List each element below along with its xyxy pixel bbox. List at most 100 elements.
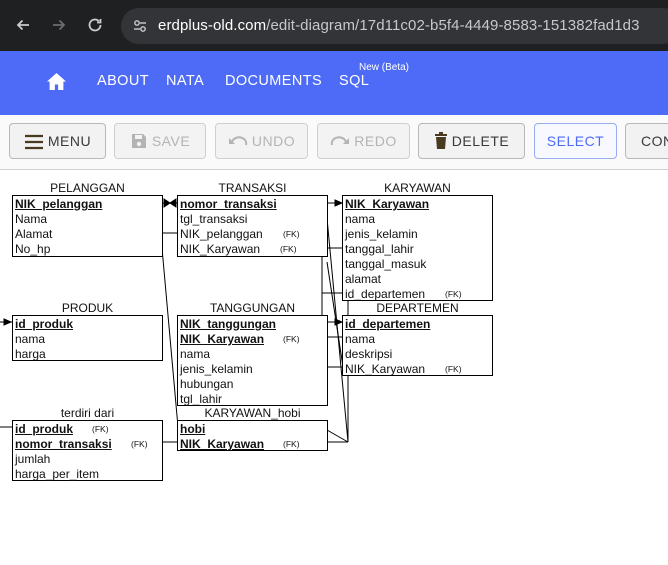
fk-label: (FK) <box>280 244 297 254</box>
app-navbar: ABOUT NATA DOCUMENTS SQL New (Beta) <box>0 51 668 115</box>
nav-nata[interactable]: NATA <box>166 73 204 89</box>
attr-pk: nomor_transaksi <box>180 197 277 211</box>
attr-pk: NIK_Karyawan <box>345 197 430 211</box>
attr: nama <box>15 332 46 346</box>
fk-label: (FK) <box>283 229 300 239</box>
sql-beta-badge: New (Beta) <box>359 62 410 73</box>
nav-documents[interactable]: DOCUMENTS <box>225 73 322 89</box>
save-button[interactable]: SAVE <box>114 123 206 159</box>
attr-pk: NIK_Karyawan <box>180 332 265 346</box>
redo-label: REDO <box>354 133 397 149</box>
select-label: SELECT <box>546 133 605 149</box>
attr: No_hp <box>15 242 51 256</box>
trash-icon <box>434 132 447 149</box>
entity-title-pelanggan: PELANGGAN <box>50 181 125 195</box>
attr: deskripsi <box>345 347 393 361</box>
nav-about[interactable]: ABOUT <box>97 73 149 89</box>
entity-karyawan[interactable]: NIK_Karyawan nama jenis_kelamin tanggal_… <box>342 195 493 301</box>
diagram-canvas[interactable]: PELANGGAN NIK_pelanggan Nama Alamat No_h… <box>0 170 668 565</box>
delete-button[interactable]: DELETE <box>418 123 525 159</box>
entity-karyawan-hobi[interactable]: hobi NIK_Karyawan (FK) <box>177 420 328 451</box>
attr-pk: NIK_Karyawan <box>180 437 265 451</box>
select-button[interactable]: SELECT <box>534 123 617 159</box>
entity-transaksi[interactable]: nomor_transaksi tgl_transaksi NIK_pelang… <box>177 195 328 257</box>
connector-diagonal-3 <box>161 247 179 428</box>
fk-label: (FK) <box>445 364 462 374</box>
attr: alamat <box>345 272 382 286</box>
site-settings-icon[interactable] <box>132 18 148 39</box>
connect-label: CON <box>641 133 668 149</box>
entity-title-transaksi: TRANSAKSI <box>218 181 287 195</box>
entity-title-karyawan-hobi: KARYAWAN_hobi <box>204 406 301 420</box>
attr: NIK_pelanggan <box>180 227 263 241</box>
editor-toolbar: MENU SAVE UNDO REDO DELETE SELECT CON <box>0 115 668 170</box>
undo-button[interactable]: UNDO <box>215 123 308 159</box>
attr: tgl_transaksi <box>180 212 248 226</box>
attr: hubungan <box>180 377 234 391</box>
entity-tanggungan[interactable]: NIK_tanggungan NIK_Karyawan (FK) nama je… <box>177 315 328 406</box>
connector-hobi <box>326 429 349 443</box>
attr: nama <box>345 212 376 226</box>
entity-terdiri-dari[interactable]: id_produk (FK) nomor_transaksi (FK) juml… <box>12 420 163 481</box>
entity-title-departemen: DEPARTEMEN <box>376 301 459 315</box>
attr: jumlah <box>15 452 51 466</box>
nav-sql[interactable]: SQL <box>339 73 369 89</box>
entity-produk[interactable]: id_produk nama harga <box>12 315 163 361</box>
url-path: /edit-diagram/17d11c02-b5f4-4449-8583-15… <box>266 17 640 34</box>
attr: tanggal_lahir <box>345 242 414 256</box>
entity-departemen[interactable]: id_departemen nama deskripsi NIK_Karyawa… <box>342 315 493 376</box>
attr: nama <box>345 332 376 346</box>
undo-icon <box>228 136 248 146</box>
attr: jenis_kelamin <box>180 362 253 376</box>
forward-arrow-icon[interactable] <box>48 14 70 36</box>
home-icon[interactable] <box>46 72 67 96</box>
entity-title-terdiri-dari: terdiri dari <box>60 406 115 420</box>
attr-pk: id_departemen <box>345 317 431 331</box>
attr: nama <box>180 347 211 361</box>
entity-title-karyawan: KARYAWAN <box>384 181 451 195</box>
attr-pk: NIK_pelanggan <box>15 197 103 211</box>
attr-pk: nomor_transaksi <box>15 437 112 451</box>
redo-icon <box>331 136 350 146</box>
attr-pk: hobi <box>180 422 206 436</box>
save-icon <box>131 134 146 148</box>
fk-label: (FK) <box>283 439 300 449</box>
attr: harga <box>15 347 46 361</box>
attr: Alamat <box>15 227 53 241</box>
attr: harga_per_item <box>15 467 100 481</box>
connector-arrowhead <box>3 318 13 326</box>
entity-title-produk: PRODUK <box>61 301 114 315</box>
attr-pk: id_produk <box>15 317 74 331</box>
attr: tanggal_masuk <box>345 257 427 271</box>
attr: id_departemen <box>345 287 426 301</box>
connector-diagonal-2 <box>326 261 344 368</box>
delete-label: DELETE <box>451 133 510 149</box>
fk-label: (FK) <box>131 439 148 449</box>
attr: Nama <box>15 212 48 226</box>
url-host: erdplus-old.com <box>158 17 267 34</box>
attr: tgl_lahir <box>180 392 223 406</box>
hamburger-icon <box>24 134 43 150</box>
fk-label: (FK) <box>445 289 462 299</box>
fk-label: (FK) <box>92 424 109 434</box>
attr: jenis_kelamin <box>345 227 418 241</box>
attr-pk: id_produk <box>15 422 74 436</box>
address-bar[interactable]: erdplus-old.com/edit-diagram/17d11c02-b5… <box>121 8 668 44</box>
undo-label: UNDO <box>251 133 296 149</box>
redo-button[interactable]: REDO <box>317 123 410 159</box>
save-label: SAVE <box>151 133 191 149</box>
menu-button[interactable]: MENU <box>9 123 106 159</box>
attr: NIK_Karyawan <box>180 242 261 256</box>
fk-label: (FK) <box>283 334 300 344</box>
browser-toolbar: erdplus-old.com/edit-diagram/17d11c02-b5… <box>0 0 668 51</box>
connector-arrowhead <box>334 199 344 207</box>
menu-label: MENU <box>47 133 92 149</box>
connector-arrowheads <box>163 198 177 208</box>
url-text: erdplus-old.com/edit-diagram/17d11c02-b5… <box>158 17 640 34</box>
connect-button[interactable]: CON <box>625 123 668 159</box>
back-arrow-icon[interactable] <box>12 14 34 36</box>
reload-icon[interactable] <box>84 14 106 36</box>
attr: NIK_Karyawan <box>345 362 426 376</box>
entity-pelanggan[interactable]: NIK_pelanggan Nama Alamat No_hp <box>12 195 163 257</box>
entity-title-tanggungan: TANGGUNGAN <box>209 301 296 315</box>
